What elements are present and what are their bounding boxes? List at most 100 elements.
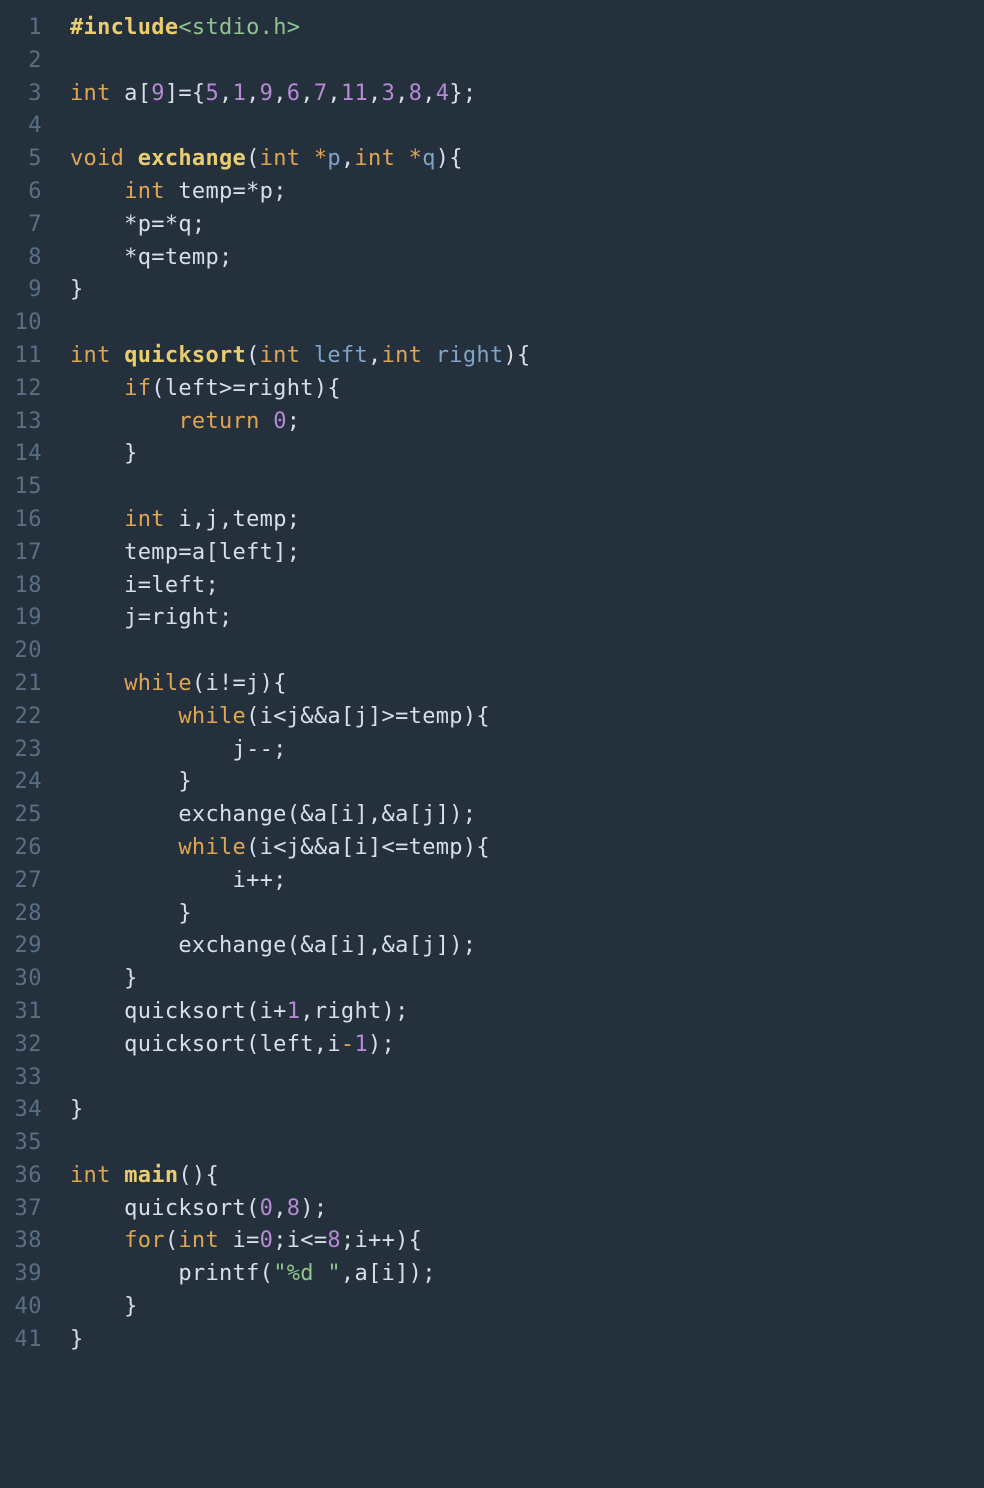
- code-token: <stdio.h>: [178, 15, 300, 40]
- line-number: 18: [0, 570, 56, 603]
- code-token: ,: [300, 81, 314, 106]
- code-line: while(i!=j){: [70, 668, 984, 701]
- code-token: 6: [287, 81, 301, 106]
- code-line: for(int i=0;i<=8;i++){: [70, 1225, 984, 1258]
- line-number: 33: [0, 1062, 56, 1095]
- line-number: 24: [0, 766, 56, 799]
- code-token: [70, 507, 124, 532]
- line-number: 29: [0, 930, 56, 963]
- code-line: void exchange(int *p,int *q){: [70, 143, 984, 176]
- line-number: 34: [0, 1094, 56, 1127]
- code-line: int quicksort(int left,int right){: [70, 340, 984, 373]
- code-token: q: [422, 146, 436, 171]
- code-token: (i<j&&a[j]>=temp){: [246, 704, 490, 729]
- code-line: }: [70, 274, 984, 307]
- code-token: 9: [260, 81, 274, 106]
- line-number: 36: [0, 1160, 56, 1193]
- code-token: quicksort(i+: [70, 999, 287, 1024]
- code-token: [70, 671, 124, 696]
- code-line: return 0;: [70, 406, 984, 439]
- code-token: quicksort(left,i: [70, 1032, 341, 1057]
- code-token: [70, 1228, 124, 1253]
- code-token: ,: [273, 81, 287, 106]
- code-token: int: [70, 343, 111, 368]
- code-token: (: [165, 1228, 179, 1253]
- code-token: -: [341, 1032, 355, 1057]
- line-number: 8: [0, 242, 56, 275]
- line-number: 15: [0, 471, 56, 504]
- code-line: *q=temp;: [70, 242, 984, 275]
- code-token: ,: [422, 81, 436, 106]
- code-line: }: [70, 963, 984, 996]
- code-line: }: [70, 766, 984, 799]
- code-token: int: [70, 1163, 111, 1188]
- line-number: 13: [0, 406, 56, 439]
- code-token: 5: [205, 81, 219, 106]
- code-token: ;i++){: [341, 1228, 422, 1253]
- code-token: [124, 146, 138, 171]
- code-token: int: [124, 507, 165, 532]
- code-line: exchange(&a[i],&a[j]);: [70, 799, 984, 832]
- code-line: #include<stdio.h>: [70, 12, 984, 45]
- code-line: [70, 307, 984, 340]
- code-token: left: [314, 343, 368, 368]
- code-token: ]={: [165, 81, 206, 106]
- code-line: [70, 635, 984, 668]
- line-number: 6: [0, 176, 56, 209]
- code-editor: 1234567891011121314151617181920212223242…: [0, 0, 984, 1357]
- line-number: 5: [0, 143, 56, 176]
- code-token: [70, 376, 124, 401]
- line-number: 32: [0, 1029, 56, 1062]
- code-line: int temp=*p;: [70, 176, 984, 209]
- code-token: }: [70, 1327, 84, 1352]
- line-number: 12: [0, 373, 56, 406]
- code-token: [260, 409, 274, 434]
- code-line: }: [70, 1291, 984, 1324]
- code-token: j=right;: [70, 605, 233, 630]
- code-token: }: [70, 1097, 84, 1122]
- line-number: 25: [0, 799, 56, 832]
- line-number: 10: [0, 307, 56, 340]
- code-token: #include: [70, 15, 178, 40]
- code-token: exchange(&a[i],&a[j]);: [70, 933, 476, 958]
- line-number: 39: [0, 1258, 56, 1291]
- code-token: int: [178, 1228, 219, 1253]
- code-token: (){: [178, 1163, 219, 1188]
- code-token: );: [368, 1032, 395, 1057]
- code-token: 9: [151, 81, 165, 106]
- code-token: a[: [111, 81, 152, 106]
- code-line: [70, 110, 984, 143]
- code-token: *p=*q;: [70, 212, 205, 237]
- code-token: ,: [368, 81, 382, 106]
- code-token: int: [354, 146, 395, 171]
- code-token: (: [246, 343, 260, 368]
- code-token: ){: [436, 146, 463, 171]
- code-content[interactable]: #include<stdio.h> int a[9]={5,1,9,6,7,11…: [56, 12, 984, 1357]
- code-token: temp=a[left];: [70, 540, 300, 565]
- code-token: "%d ": [273, 1261, 341, 1286]
- code-token: 4: [436, 81, 450, 106]
- code-token: [111, 343, 125, 368]
- code-token: quicksort: [124, 343, 246, 368]
- line-number: 9: [0, 274, 56, 307]
- line-number: 26: [0, 832, 56, 865]
- code-token: int: [382, 343, 423, 368]
- code-token: 7: [314, 81, 328, 106]
- code-token: [70, 409, 178, 434]
- code-line: [70, 1127, 984, 1160]
- code-token: right: [436, 343, 504, 368]
- code-line: int i,j,temp;: [70, 504, 984, 537]
- code-token: quicksort(: [70, 1196, 260, 1221]
- code-token: i=left;: [70, 573, 219, 598]
- code-line: [70, 471, 984, 504]
- code-token: i=: [219, 1228, 260, 1253]
- code-token: 0: [273, 409, 287, 434]
- code-line: i++;: [70, 865, 984, 898]
- code-token: for: [124, 1228, 165, 1253]
- code-token: int: [124, 179, 165, 204]
- code-token: int: [260, 343, 301, 368]
- code-token: 1: [233, 81, 247, 106]
- code-token: }: [70, 1294, 138, 1319]
- code-token: ;i<=: [273, 1228, 327, 1253]
- code-token: ,: [219, 81, 233, 106]
